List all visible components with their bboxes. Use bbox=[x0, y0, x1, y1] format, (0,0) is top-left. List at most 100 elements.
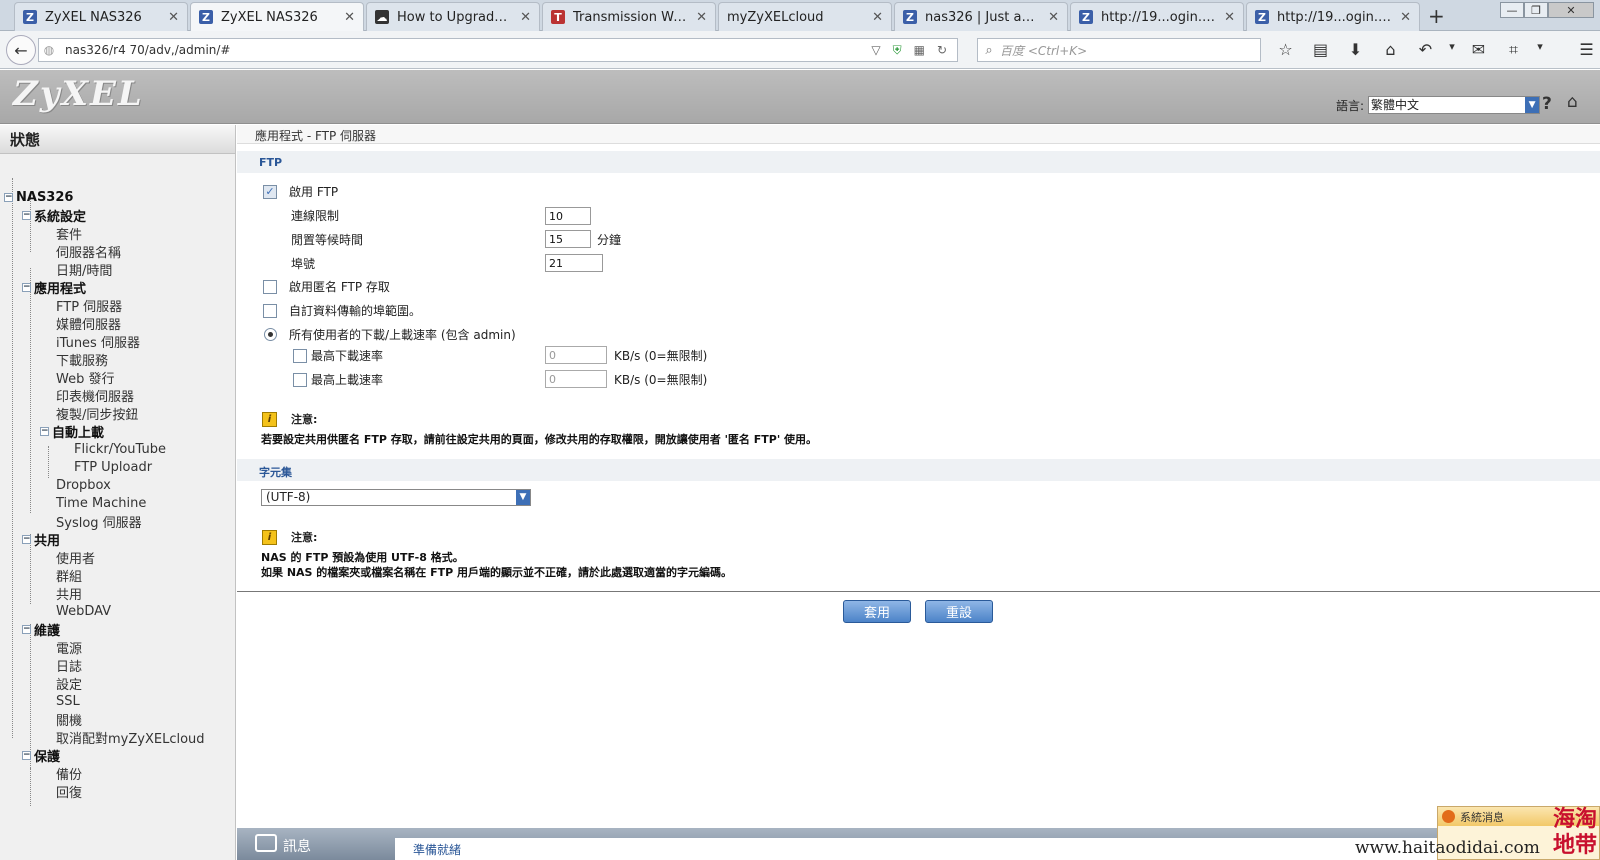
close-icon[interactable]: ✕ bbox=[1400, 10, 1411, 25]
reload-icon[interactable]: ↻ bbox=[937, 43, 947, 57]
collapse-icon[interactable]: − bbox=[22, 534, 31, 544]
language-dropdown[interactable]: 繁體中文 ▼ bbox=[1368, 96, 1541, 114]
close-icon[interactable]: ✕ bbox=[344, 10, 355, 25]
help-icon[interactable]: ? bbox=[1542, 94, 1552, 114]
max-up-input[interactable] bbox=[545, 370, 607, 388]
sidebar-item-printer[interactable]: 印表機伺服器 bbox=[56, 386, 134, 405]
sidebar-item-datetime[interactable]: 日期/時間 bbox=[56, 260, 112, 279]
star-icon[interactable]: ☆ bbox=[1268, 40, 1303, 60]
minimize-icon[interactable]: — bbox=[1500, 2, 1524, 18]
collapse-icon[interactable]: − bbox=[22, 210, 31, 220]
maximize-icon[interactable]: ❐ bbox=[1524, 2, 1548, 18]
sidebar-item-restore[interactable]: 回復 bbox=[56, 782, 82, 801]
apply-button[interactable]: 套用 bbox=[843, 600, 911, 623]
browser-tab[interactable]: ☁ How to Upgrade Y... ✕ bbox=[366, 2, 540, 31]
sidebar-group-maint[interactable]: − 維護 bbox=[22, 620, 60, 639]
sidebar-item-ftp[interactable]: FTP 伺服器 bbox=[56, 296, 122, 315]
max-down-checkbox[interactable] bbox=[293, 348, 307, 363]
chevron-down-icon[interactable]: ▾ bbox=[1531, 40, 1549, 60]
close-icon[interactable]: ✕ bbox=[872, 10, 883, 25]
window-close-icon[interactable]: ✕ bbox=[1548, 2, 1594, 18]
home-icon[interactable]: ⌂ bbox=[1567, 92, 1578, 112]
close-icon[interactable]: ✕ bbox=[168, 10, 179, 25]
menu-icon[interactable]: ☰ bbox=[1569, 40, 1600, 60]
sidebar-group-system[interactable]: − 系統設定 bbox=[22, 206, 86, 225]
charset-dropdown[interactable]: (UTF-8) ▼ bbox=[261, 489, 531, 506]
idle-timeout-input[interactable] bbox=[545, 230, 591, 248]
sidebar-item-syslog[interactable]: Syslog 伺服器 bbox=[56, 512, 142, 531]
tree-root-nas326[interactable]: − NAS326 bbox=[4, 188, 73, 206]
sidebar-title[interactable]: 狀態 bbox=[0, 125, 235, 154]
port-input[interactable] bbox=[545, 254, 603, 272]
sidebar-item-shutdown[interactable]: 關機 bbox=[56, 710, 82, 729]
sidebar-item-package[interactable]: 套件 bbox=[56, 224, 82, 243]
browser-tab[interactable]: myZyXELcloud ✕ bbox=[718, 2, 892, 31]
browser-tab[interactable]: Z nas326 | Just anot... ✕ bbox=[894, 2, 1068, 31]
sidebar-item-power[interactable]: 電源 bbox=[56, 638, 82, 657]
chevron-down-icon[interactable]: ▼ bbox=[1525, 97, 1540, 113]
download-icon[interactable]: ⬇ bbox=[1338, 40, 1373, 60]
shield-icon[interactable]: ⛨ bbox=[893, 43, 902, 58]
sidebar-group-protect[interactable]: − 保護 bbox=[22, 746, 60, 765]
sidebar-group-share[interactable]: − 共用 bbox=[22, 530, 60, 549]
anon-ftp-checkbox[interactable] bbox=[263, 279, 277, 294]
sidebar-item-web[interactable]: Web 發行 bbox=[56, 368, 114, 387]
collapse-icon[interactable]: − bbox=[22, 624, 31, 634]
sidebar-item-flickr[interactable]: Flickr/YouTube bbox=[74, 440, 166, 458]
close-icon[interactable]: ✕ bbox=[696, 10, 707, 25]
browser-tab[interactable]: Z http://19...ogin.html ✕ bbox=[1070, 2, 1244, 31]
sidebar-item-dropbox[interactable]: Dropbox bbox=[56, 476, 111, 494]
new-tab-icon[interactable]: + bbox=[1428, 4, 1445, 28]
collapse-icon[interactable]: − bbox=[22, 750, 31, 760]
close-icon[interactable]: ✕ bbox=[520, 10, 531, 25]
close-icon[interactable]: ✕ bbox=[1224, 10, 1235, 25]
message-label[interactable]: 訊息 bbox=[283, 836, 311, 856]
conn-limit-input[interactable] bbox=[545, 207, 591, 225]
crop-icon[interactable]: ⌗ bbox=[1496, 40, 1531, 60]
address-bar[interactable]: ◍ nas326/r4 70/adv,/admin/# ▽ ⛨ ▦ ↻ bbox=[38, 38, 958, 62]
enable-ftp-checkbox[interactable]: ✓ bbox=[263, 184, 277, 199]
reset-button[interactable]: 重設 bbox=[925, 600, 993, 623]
sidebar-item-media[interactable]: 媒體伺服器 bbox=[56, 314, 121, 333]
sidebar-item-ssl[interactable]: SSL bbox=[56, 692, 80, 710]
sidebar-item-server-name[interactable]: 伺服器名稱 bbox=[56, 242, 121, 261]
collapse-icon[interactable]: − bbox=[4, 192, 13, 202]
reading-list-icon[interactable]: ▤ bbox=[1303, 40, 1338, 60]
sidebar-item-groups[interactable]: 群組 bbox=[56, 566, 82, 585]
chevron-down-icon[interactable]: ▼ bbox=[516, 490, 530, 505]
collapse-icon[interactable]: − bbox=[40, 426, 49, 436]
passive-port-checkbox[interactable] bbox=[263, 303, 277, 318]
rate-radio[interactable] bbox=[264, 328, 277, 341]
collapse-icon[interactable]: − bbox=[22, 282, 31, 292]
sidebar-item-users[interactable]: 使用者 bbox=[56, 548, 95, 567]
sidebar-item-shares[interactable]: 共用 bbox=[56, 584, 82, 603]
browser-tab[interactable]: Z ZyXEL NAS326 ✕ bbox=[14, 2, 188, 31]
sidebar-item-backup[interactable]: 備份 bbox=[56, 764, 82, 783]
sidebar-item-download[interactable]: 下載服務 bbox=[56, 350, 108, 369]
sidebar-item-autoupload[interactable]: − 自動上載 bbox=[40, 422, 104, 441]
chevron-down-icon[interactable]: ▾ bbox=[1443, 40, 1461, 60]
back-icon[interactable]: ← bbox=[6, 35, 36, 65]
undo-icon[interactable]: ↶ bbox=[1408, 40, 1443, 60]
home-icon[interactable]: ⌂ bbox=[1373, 40, 1408, 60]
browser-tab[interactable]: T Transmission Web... ✕ bbox=[542, 2, 716, 31]
sidebar-group-apps[interactable]: − 應用程式 bbox=[22, 278, 86, 297]
dropdown-icon[interactable]: ▽ bbox=[871, 43, 880, 57]
close-icon[interactable]: ✕ bbox=[1048, 10, 1059, 25]
browser-tab[interactable]: Z http://19...ogin.html ✕ bbox=[1246, 2, 1420, 31]
sidebar-item-itunes[interactable]: iTunes 伺服器 bbox=[56, 332, 140, 351]
sidebar-item-timemachine[interactable]: Time Machine bbox=[56, 494, 146, 512]
sidebar-item-copysync[interactable]: 複製/同步按鈕 bbox=[56, 404, 138, 423]
message-icon[interactable] bbox=[255, 834, 277, 852]
browser-tab-active[interactable]: Z ZyXEL NAS326 ✕ bbox=[190, 2, 364, 31]
sidebar-item-ftpuploadr[interactable]: FTP Uploadr bbox=[74, 458, 152, 476]
sidebar-item-log[interactable]: 日誌 bbox=[56, 656, 82, 675]
max-up-checkbox[interactable] bbox=[293, 372, 307, 387]
search-box[interactable]: ⌕ 百度 <Ctrl+K> bbox=[977, 38, 1261, 62]
qr-icon[interactable]: ▦ bbox=[914, 43, 925, 57]
sidebar-item-settings[interactable]: 設定 bbox=[56, 674, 82, 693]
chat-icon[interactable]: ✉ bbox=[1461, 40, 1496, 60]
sidebar-item-unregister[interactable]: 取消配對myZyXELcloud bbox=[56, 728, 205, 747]
url-text[interactable]: nas326/r4 70/adv,/admin/# bbox=[59, 43, 871, 57]
sidebar-item-webdav[interactable]: WebDAV bbox=[56, 602, 111, 620]
